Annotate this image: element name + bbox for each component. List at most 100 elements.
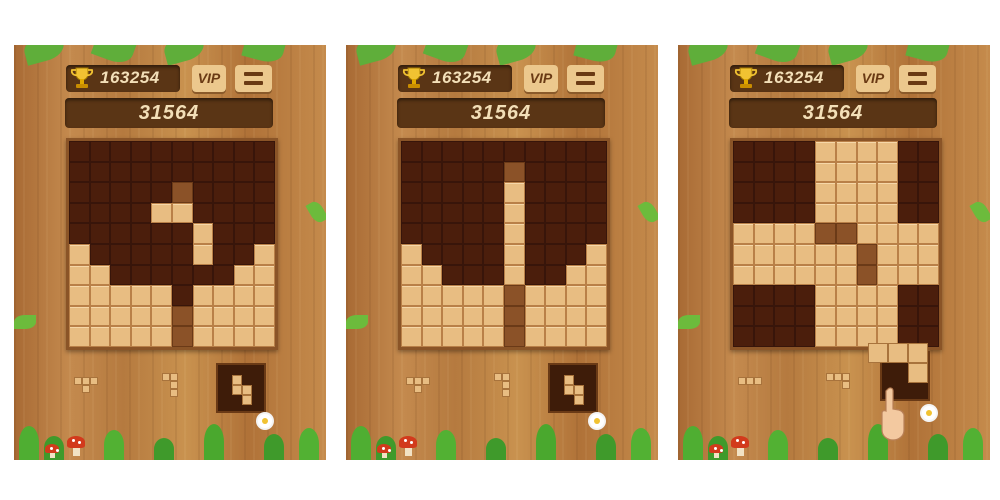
- board-cell-empty[interactable]: [586, 223, 607, 244]
- board-cell-filled[interactable]: [442, 326, 463, 347]
- board-cell-empty[interactable]: [421, 161, 443, 183]
- board-cell-empty[interactable]: [565, 141, 587, 162]
- board-cell-filled[interactable]: [172, 182, 193, 203]
- board-cell-empty[interactable]: [89, 161, 111, 183]
- board-cell-filled[interactable]: [213, 326, 234, 347]
- board-cell-filled[interactable]: [545, 305, 566, 327]
- board-cell-filled[interactable]: [151, 305, 172, 327]
- board-cell-empty[interactable]: [733, 161, 754, 183]
- board-cell-empty[interactable]: [545, 223, 566, 244]
- board-cell-empty[interactable]: [586, 182, 607, 203]
- board-cell-empty[interactable]: [401, 182, 422, 203]
- board-cell-empty[interactable]: [233, 223, 255, 244]
- board-cell-filled[interactable]: [774, 223, 795, 244]
- board-cell-filled[interactable]: [442, 305, 463, 327]
- board-cell-empty[interactable]: [897, 285, 919, 306]
- board-cell-filled[interactable]: [586, 244, 607, 265]
- board-cell-empty[interactable]: [172, 264, 193, 286]
- board-cell-empty[interactable]: [401, 141, 422, 162]
- board-cell-empty[interactable]: [213, 141, 234, 162]
- board-cell-empty[interactable]: [733, 202, 754, 224]
- board-cell-filled[interactable]: [877, 285, 898, 306]
- board-cell-filled[interactable]: [897, 223, 919, 244]
- board-cell-empty[interactable]: [462, 182, 484, 203]
- board-cell-filled[interactable]: [524, 305, 546, 327]
- board-cell-empty[interactable]: [130, 264, 152, 286]
- vip-button[interactable]: VIP: [192, 65, 226, 92]
- board-cell-filled[interactable]: [918, 223, 939, 244]
- board-cell-empty[interactable]: [524, 244, 546, 265]
- board-cell-empty[interactable]: [421, 141, 443, 162]
- board-cell-empty[interactable]: [545, 141, 566, 162]
- board-cell-filled[interactable]: [130, 305, 152, 327]
- board-cell-filled[interactable]: [918, 264, 939, 286]
- board-cell-empty[interactable]: [565, 182, 587, 203]
- board-cell-empty[interactable]: [192, 264, 214, 286]
- board-cell-empty[interactable]: [110, 161, 131, 183]
- board-cell-filled[interactable]: [151, 285, 172, 306]
- board-cell-empty[interactable]: [151, 223, 172, 244]
- menu-button[interactable]: [899, 65, 936, 92]
- board-cell-filled[interactable]: [918, 244, 939, 265]
- board-cell-empty[interactable]: [89, 223, 111, 244]
- board-cell-empty[interactable]: [733, 305, 754, 327]
- board-cell-empty[interactable]: [442, 223, 463, 244]
- board-cell-empty[interactable]: [192, 161, 214, 183]
- board-cell-empty[interactable]: [918, 285, 939, 306]
- board-cell-filled[interactable]: [233, 285, 255, 306]
- menu-button[interactable]: [567, 65, 604, 92]
- menu-button[interactable]: [235, 65, 272, 92]
- board-cell-filled[interactable]: [89, 305, 111, 327]
- board-cell-filled[interactable]: [877, 264, 898, 286]
- board-cell-empty[interactable]: [483, 202, 504, 224]
- board-cell-empty[interactable]: [192, 182, 214, 203]
- board-cell-empty[interactable]: [774, 141, 795, 162]
- board-cell-filled[interactable]: [89, 285, 111, 306]
- board-cell-filled[interactable]: [836, 305, 857, 327]
- board-cell-filled[interactable]: [254, 244, 275, 265]
- board-cell-filled[interactable]: [545, 326, 566, 347]
- board-cell-empty[interactable]: [213, 161, 234, 183]
- board-cell-empty[interactable]: [794, 141, 816, 162]
- board-cell-filled[interactable]: [69, 305, 90, 327]
- board-cell-filled[interactable]: [877, 223, 898, 244]
- board-cell-empty[interactable]: [442, 182, 463, 203]
- board-cell-empty[interactable]: [774, 202, 795, 224]
- board-cell-empty[interactable]: [213, 202, 234, 224]
- board-cell-empty[interactable]: [130, 202, 152, 224]
- board-cell-empty[interactable]: [774, 305, 795, 327]
- board-cell-empty[interactable]: [421, 182, 443, 203]
- board-cell-empty[interactable]: [918, 202, 939, 224]
- board-cell-empty[interactable]: [151, 264, 172, 286]
- board-cell-empty[interactable]: [421, 202, 443, 224]
- board-cell-filled[interactable]: [254, 285, 275, 306]
- board-cell-empty[interactable]: [733, 182, 754, 203]
- board-cell-filled[interactable]: [815, 264, 836, 286]
- board-cell-empty[interactable]: [753, 161, 775, 183]
- board-cell-empty[interactable]: [483, 223, 504, 244]
- board-cell-filled[interactable]: [856, 305, 878, 327]
- board-cell-filled[interactable]: [462, 326, 484, 347]
- board-cell-filled[interactable]: [877, 161, 898, 183]
- game-board[interactable]: [730, 138, 942, 350]
- board-cell-filled[interactable]: [856, 244, 878, 265]
- board-cell-filled[interactable]: [462, 285, 484, 306]
- board-cell-filled[interactable]: [586, 305, 607, 327]
- board-cell-filled[interactable]: [836, 244, 857, 265]
- board-cell-empty[interactable]: [483, 182, 504, 203]
- board-cell-empty[interactable]: [794, 326, 816, 347]
- board-cell-filled[interactable]: [815, 223, 836, 244]
- board-cell-empty[interactable]: [545, 161, 566, 183]
- board-cell-filled[interactable]: [401, 244, 422, 265]
- board-cell-empty[interactable]: [794, 161, 816, 183]
- board-cell-empty[interactable]: [462, 223, 484, 244]
- board-cell-filled[interactable]: [130, 285, 152, 306]
- board-cell-empty[interactable]: [794, 202, 816, 224]
- board-cell-empty[interactable]: [172, 141, 193, 162]
- board-cell-filled[interactable]: [89, 326, 111, 347]
- board-cell-filled[interactable]: [401, 285, 422, 306]
- board-cell-empty[interactable]: [545, 264, 566, 286]
- board-cell-empty[interactable]: [254, 223, 275, 244]
- board-cell-filled[interactable]: [89, 264, 111, 286]
- board-cell-filled[interactable]: [815, 285, 836, 306]
